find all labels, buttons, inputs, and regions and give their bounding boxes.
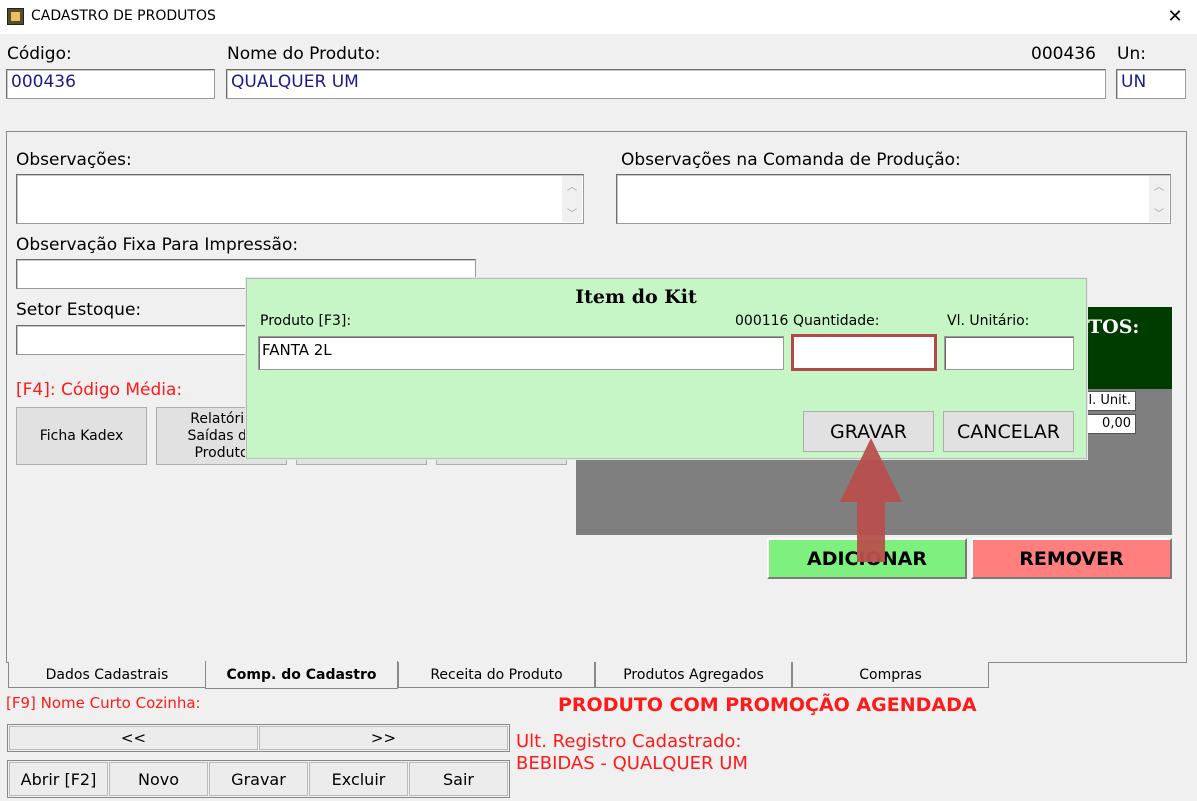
f9-nome-curto-label: [F9] Nome Curto Cozinha: [6, 694, 201, 712]
observacoes-field[interactable]: ︿ ﹀ [16, 174, 584, 224]
sair-button[interactable]: Sair [409, 762, 508, 796]
next-record-button[interactable]: >> [259, 726, 508, 750]
gravar-button[interactable]: Gravar [209, 762, 308, 796]
codigo-field[interactable]: 000436 [6, 69, 215, 99]
obs-fixa-label: Observação Fixa Para Impressão: [16, 235, 299, 255]
vl-unitario-field[interactable] [944, 336, 1074, 370]
kit-header-title: TOS: [1088, 316, 1140, 338]
ult-registro-label: Ult. Registro Cadastrado: [516, 731, 742, 752]
dialog-title: Item do Kit [575, 286, 697, 308]
un-label: Un: [1117, 44, 1146, 64]
tab-comp-cadastro[interactable]: Comp. do Cadastro [205, 661, 398, 689]
app-icon [7, 8, 24, 25]
tab-compras[interactable]: Compras [792, 662, 989, 688]
observacoes-scrollbar[interactable]: ︿ ﹀ [562, 176, 582, 222]
code-display: 000436 [1031, 44, 1096, 64]
remover-button[interactable]: REMOVER [971, 538, 1172, 579]
unit-header-cell: l. Unit. [1080, 391, 1136, 411]
close-icon[interactable]: ✕ [1160, 4, 1190, 30]
obs-comanda-label: Observações na Comanda de Produção: [621, 150, 961, 170]
codigo-label: Código: [7, 44, 72, 64]
observacoes-label: Observações: [16, 150, 132, 170]
f4-codigo-media-label: [F4]: Código Média: [16, 380, 183, 400]
setor-estoque-label: Setor Estoque: [16, 300, 142, 320]
quantidade-field[interactable] [791, 334, 937, 371]
setor-estoque-field[interactable] [16, 325, 256, 355]
pointer-arrow-icon [840, 438, 902, 562]
promo-banner: PRODUTO COM PROMOÇÃO AGENDADA [558, 694, 977, 716]
novo-button[interactable]: Novo [109, 762, 208, 796]
produto-label: Produto [F3]: [260, 313, 352, 329]
un-field[interactable]: UN [1116, 69, 1186, 99]
obs-comanda-scrollbar[interactable]: ︿ ﹀ [1149, 176, 1169, 222]
excluir-button[interactable]: Excluir [309, 762, 408, 796]
produto-code: 000116 [735, 313, 789, 329]
abrir-button[interactable]: Abrir [F2] [9, 762, 108, 796]
tab-dados-cadastrais[interactable]: Dados Cadastrais [8, 662, 206, 688]
produto-field[interactable]: FANTA 2L [258, 336, 784, 370]
quantidade-label: Quantidade: [793, 313, 880, 329]
dialog-cancelar-button[interactable]: CANCELAR [943, 411, 1074, 452]
unit-value-cell: 0,00 [1080, 414, 1136, 434]
vl-unitario-label: Vl. Unitário: [947, 313, 1030, 329]
window-title: CADASTRO DE PRODUTOS [31, 8, 216, 24]
nome-field[interactable]: QUALQUER UM [226, 69, 1106, 99]
nome-label: Nome do Produto: [227, 44, 381, 64]
tab-receita-produto[interactable]: Receita do Produto [398, 662, 595, 688]
ficha-kadex-button[interactable]: Ficha Kadex [16, 407, 147, 465]
obs-comanda-field[interactable]: ︿ ﹀ [616, 174, 1171, 224]
tab-produtos-agregados[interactable]: Produtos Agregados [595, 662, 792, 688]
ult-registro-value: BEBIDAS - QUALQUER UM [516, 753, 748, 774]
prev-record-button[interactable]: << [9, 726, 258, 750]
